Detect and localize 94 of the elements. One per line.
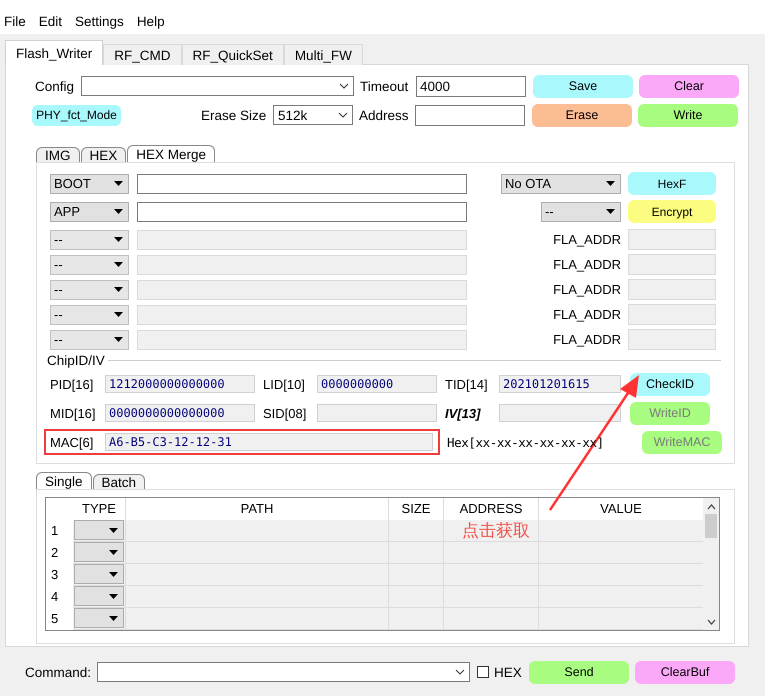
address-label: Address xyxy=(359,108,410,122)
id-field[interactable] xyxy=(499,404,621,422)
chevron-icon xyxy=(339,83,349,89)
flash-address-label: FLA_ADDR xyxy=(552,307,621,322)
action-button[interactable]: Clear xyxy=(639,74,739,98)
action-button[interactable]: Write xyxy=(638,104,738,126)
option-dropdown[interactable]: No OTA xyxy=(501,174,621,194)
tab[interactable]: Multi_FW xyxy=(284,44,363,65)
dropdown-arrow-icon xyxy=(114,287,123,292)
flash-address-label: FLA_ADDR xyxy=(552,257,621,272)
file-path-field[interactable] xyxy=(137,202,467,222)
row-number: 4 xyxy=(50,588,60,606)
action-button[interactable]: Send xyxy=(529,660,630,684)
chevron-icon xyxy=(338,112,348,118)
row-number: 5 xyxy=(50,610,60,628)
field-label: IV[13] xyxy=(445,406,482,420)
id-field[interactable] xyxy=(317,404,437,422)
erase-size-dropdown[interactable]: 512k xyxy=(273,105,353,125)
id-button[interactable]: CheckID xyxy=(630,372,710,396)
tab[interactable]: Batch xyxy=(92,474,146,489)
tab[interactable]: Flash_Writer xyxy=(5,40,104,65)
type-dropdown[interactable] xyxy=(74,564,124,584)
id-field[interactable]: 0000000000000000 xyxy=(105,404,255,422)
row-number: 2 xyxy=(50,544,60,562)
tab[interactable]: RF_CMD xyxy=(103,44,182,65)
scroll-up-icon[interactable] xyxy=(706,504,716,510)
field-label: PID[16] xyxy=(50,376,94,392)
type-dropdown[interactable]: APP xyxy=(50,202,129,222)
tab[interactable]: RF_QuickSet xyxy=(182,44,284,65)
scroll-thumb[interactable] xyxy=(705,514,717,538)
tab[interactable]: HEX xyxy=(80,147,126,162)
action-button[interactable]: HexF xyxy=(628,172,716,195)
flash-address-label: FLA_ADDR xyxy=(552,332,621,347)
id-field[interactable]: 0000000000 xyxy=(317,375,437,393)
scroll-down-icon[interactable] xyxy=(706,619,716,625)
dropdown-arrow-icon xyxy=(114,209,123,214)
menu-item[interactable]: File xyxy=(4,12,33,34)
option-dropdown[interactable]: -- xyxy=(541,202,621,222)
field-label: LID[10] xyxy=(263,376,306,392)
scrollbar[interactable] xyxy=(703,498,719,630)
command-dropdown[interactable] xyxy=(97,662,470,682)
action-button[interactable]: Erase xyxy=(532,104,632,126)
dropdown-arrow-icon xyxy=(109,594,118,598)
address-field[interactable] xyxy=(415,104,525,126)
flash-address-label: FLA_ADDR xyxy=(552,232,621,247)
dropdown-arrow-icon xyxy=(109,616,118,620)
timeout-field[interactable]: 4000 xyxy=(416,76,526,96)
action-button[interactable]: Encrypt xyxy=(628,200,716,223)
type-dropdown[interactable] xyxy=(74,542,124,562)
dropdown-arrow-icon xyxy=(109,550,118,554)
type-dropdown[interactable] xyxy=(74,520,124,540)
menu-item[interactable]: Help xyxy=(136,12,172,34)
tab[interactable]: HEX Merge xyxy=(127,145,216,162)
dropdown-arrow-icon xyxy=(109,528,118,532)
action-button[interactable]: ClearBuf xyxy=(635,660,736,684)
field-label: MID[16] xyxy=(50,406,97,420)
checkbox[interactable] xyxy=(477,666,490,678)
config-dropdown[interactable] xyxy=(81,76,354,96)
field-label: TID[14] xyxy=(445,376,489,392)
mac-label: MAC[6] xyxy=(50,434,94,450)
field-label: SID[08] xyxy=(263,406,308,420)
erase-size-label: Erase Size xyxy=(201,108,268,122)
mode-button[interactable]: PHY_fct_Mode xyxy=(32,104,121,126)
group-title: ChipID/IV xyxy=(47,353,105,368)
hex-checkbox-label: HEX xyxy=(494,664,523,680)
dropdown-arrow-icon xyxy=(606,181,615,186)
dropdown-arrow-icon xyxy=(109,572,118,576)
id-field[interactable]: 202101201615 xyxy=(499,375,621,393)
type-dropdown[interactable] xyxy=(74,608,124,628)
menu-item[interactable]: Edit xyxy=(38,12,70,34)
dropdown-arrow-icon xyxy=(114,312,123,317)
dropdown-arrow-icon xyxy=(114,237,123,242)
id-field[interactable]: 1212000000000000 xyxy=(105,375,255,393)
row-number: 1 xyxy=(50,522,60,540)
table-cell xyxy=(389,608,444,630)
chevron-icon xyxy=(455,669,466,675)
flash-address-label: FLA_ADDR xyxy=(552,282,621,297)
type-dropdown[interactable] xyxy=(74,586,124,606)
dropdown-arrow-icon xyxy=(114,337,123,342)
dropdown-arrow-icon xyxy=(114,181,123,186)
tab[interactable]: IMG xyxy=(36,147,80,162)
mac-field[interactable]: A6-B5-C3-12-12-31 xyxy=(105,433,433,451)
row-number: 3 xyxy=(50,566,60,584)
config-label: Config xyxy=(35,78,76,94)
dropdown-arrow-icon xyxy=(606,209,615,214)
type-dropdown[interactable]: BOOT xyxy=(50,174,129,194)
action-button[interactable]: Save xyxy=(533,74,633,98)
dropdown-arrow-icon xyxy=(114,262,123,267)
menu-item[interactable]: Settings xyxy=(75,12,131,34)
tab[interactable]: Single xyxy=(36,472,92,489)
command-label: Command: xyxy=(25,664,92,680)
timeout-label: Timeout xyxy=(360,78,410,94)
file-path-field[interactable] xyxy=(137,174,467,194)
annotation-text: 点击获取 xyxy=(462,522,530,539)
